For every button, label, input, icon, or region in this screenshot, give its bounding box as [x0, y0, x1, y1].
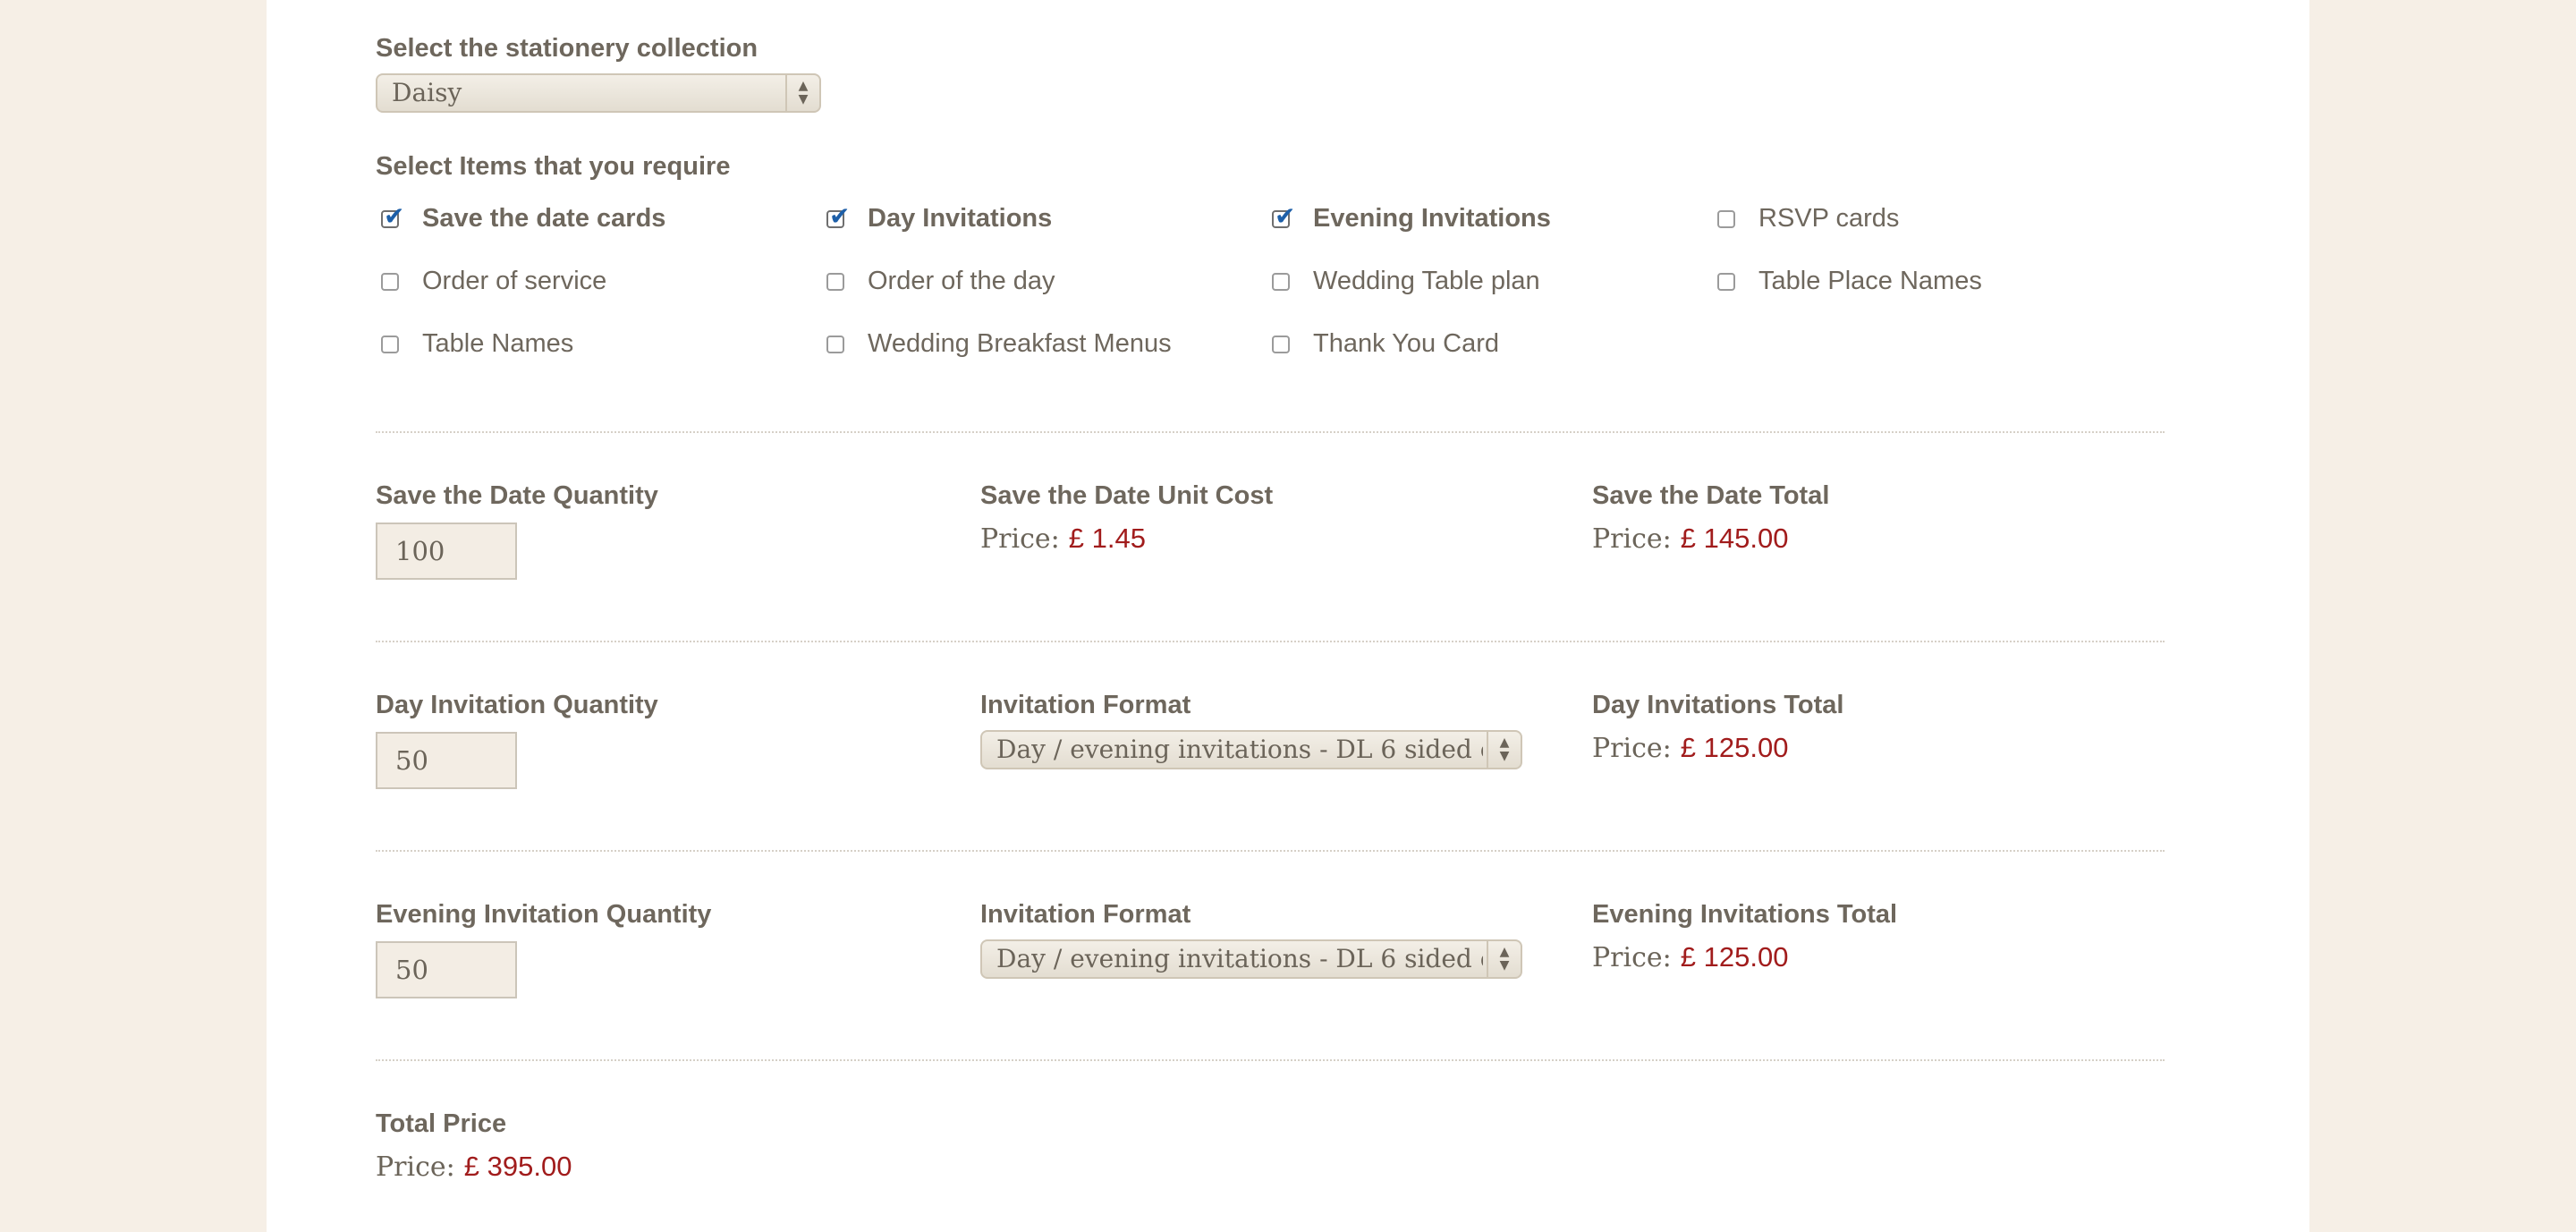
save-date-total-label: Save the Date Total — [1592, 481, 1830, 510]
item-evening-invitations[interactable]: Evening Invitations — [1272, 201, 1551, 234]
item-label: Table Names — [422, 329, 574, 358]
checkbox-evening-invitations[interactable] — [1272, 201, 1295, 231]
save-date-total-price: Price: £ 145.00 — [1592, 523, 1788, 555]
price-prefix: Price: — [376, 1151, 455, 1183]
day-inv-qty-input[interactable]: 50 — [376, 732, 517, 789]
item-order-of-service[interactable]: Order of service — [381, 267, 606, 296]
evening-inv-total-price: Price: £ 125.00 — [1592, 941, 1788, 973]
form-panel: Select the stationery collection Daisy ▲… — [267, 0, 2309, 1232]
save-date-unit-label: Save the Date Unit Cost — [980, 481, 1274, 510]
item-order-of-the-day[interactable]: Order of the day — [826, 267, 1055, 296]
day-inv-total-label: Day Invitations Total — [1592, 691, 1844, 719]
checkbox-wedding-table-plan[interactable] — [1272, 272, 1290, 291]
item-label: RSVP cards — [1758, 204, 1900, 233]
checkbox-day-invitations[interactable] — [826, 201, 850, 231]
checkbox-table-names[interactable] — [381, 335, 399, 353]
price-amount: £ 125.00 — [1680, 732, 1789, 763]
collection-label: Select the stationery collection — [376, 34, 758, 63]
price-prefix: Price: — [1592, 523, 1672, 555]
save-date-qty-label: Save the Date Quantity — [376, 481, 658, 510]
item-label: Save the date cards — [422, 204, 666, 233]
checkbox-rsvp-cards[interactable] — [1717, 209, 1735, 228]
checkbox-save-the-date[interactable] — [381, 201, 404, 231]
total-price: Price: £ 395.00 — [376, 1151, 572, 1183]
checkbox-table-place-names[interactable] — [1717, 272, 1735, 291]
evening-inv-total-label: Evening Invitations Total — [1592, 900, 1898, 929]
save-date-qty-input[interactable]: 100 — [376, 523, 517, 580]
checkbox-order-of-the-day[interactable] — [826, 272, 844, 291]
evening-inv-format-value: Day / evening invitations - DL 6 sided c… — [996, 944, 1483, 973]
price-prefix: Price: — [980, 523, 1060, 555]
collection-select[interactable]: Daisy ▲ ▼ — [376, 73, 821, 113]
item-save-the-date[interactable]: Save the date cards — [381, 201, 666, 234]
item-table-place-names[interactable]: Table Place Names — [1717, 267, 1982, 296]
evening-inv-qty-label: Evening Invitation Quantity — [376, 900, 712, 929]
divider — [376, 1059, 2165, 1061]
item-wedding-table-plan[interactable]: Wedding Table plan — [1272, 267, 1540, 296]
item-day-invitations[interactable]: Day Invitations — [826, 201, 1053, 234]
price-prefix: Price: — [1592, 733, 1672, 764]
up-down-arrows-icon: ▲ ▼ — [1487, 732, 1521, 768]
item-rsvp-cards[interactable]: RSVP cards — [1717, 204, 1899, 234]
item-label: Wedding Table plan — [1313, 267, 1540, 295]
item-wedding-breakfast-menus[interactable]: Wedding Breakfast Menus — [826, 329, 1172, 359]
price-amount: £ 1.45 — [1068, 523, 1146, 554]
evening-inv-format-label: Invitation Format — [980, 900, 1191, 929]
evening-inv-qty-input[interactable]: 50 — [376, 941, 517, 998]
evening-inv-format-select[interactable]: Day / evening invitations - DL 6 sided c… — [980, 939, 1522, 979]
up-down-arrows-icon: ▲ ▼ — [785, 75, 819, 111]
item-label: Table Place Names — [1758, 267, 1982, 295]
day-inv-qty-label: Day Invitation Quantity — [376, 691, 658, 719]
items-label: Select Items that you require — [376, 152, 731, 181]
price-prefix: Price: — [1592, 942, 1672, 973]
day-inv-format-select[interactable]: Day / evening invitations - DL 6 sided c… — [980, 730, 1522, 769]
collection-select-value: Daisy — [392, 78, 462, 107]
item-label: Order of service — [422, 267, 607, 295]
checkbox-order-of-service[interactable] — [381, 272, 399, 291]
day-inv-format-label: Invitation Format — [980, 691, 1191, 719]
item-thank-you-card[interactable]: Thank You Card — [1272, 329, 1499, 359]
item-label: Thank You Card — [1313, 329, 1499, 358]
day-inv-format-value: Day / evening invitations - DL 6 sided c… — [996, 735, 1483, 764]
checkbox-thank-you-card[interactable] — [1272, 335, 1290, 353]
divider — [376, 850, 2165, 852]
item-label: Day Invitations — [868, 204, 1053, 233]
day-inv-total-price: Price: £ 125.00 — [1592, 732, 1788, 764]
divider — [376, 431, 2165, 433]
price-amount: £ 125.00 — [1680, 941, 1789, 973]
checkbox-wedding-breakfast-menus[interactable] — [826, 335, 844, 353]
price-amount: £ 145.00 — [1680, 523, 1789, 554]
total-price-label: Total Price — [376, 1109, 507, 1138]
divider — [376, 641, 2165, 642]
up-down-arrows-icon: ▲ ▼ — [1487, 941, 1521, 977]
price-amount: £ 395.00 — [463, 1151, 572, 1182]
item-label: Wedding Breakfast Menus — [868, 329, 1172, 358]
item-label: Order of the day — [868, 267, 1055, 295]
item-table-names[interactable]: Table Names — [381, 329, 573, 359]
item-label: Evening Invitations — [1313, 204, 1551, 233]
save-date-unit-price: Price: £ 1.45 — [980, 523, 1146, 555]
